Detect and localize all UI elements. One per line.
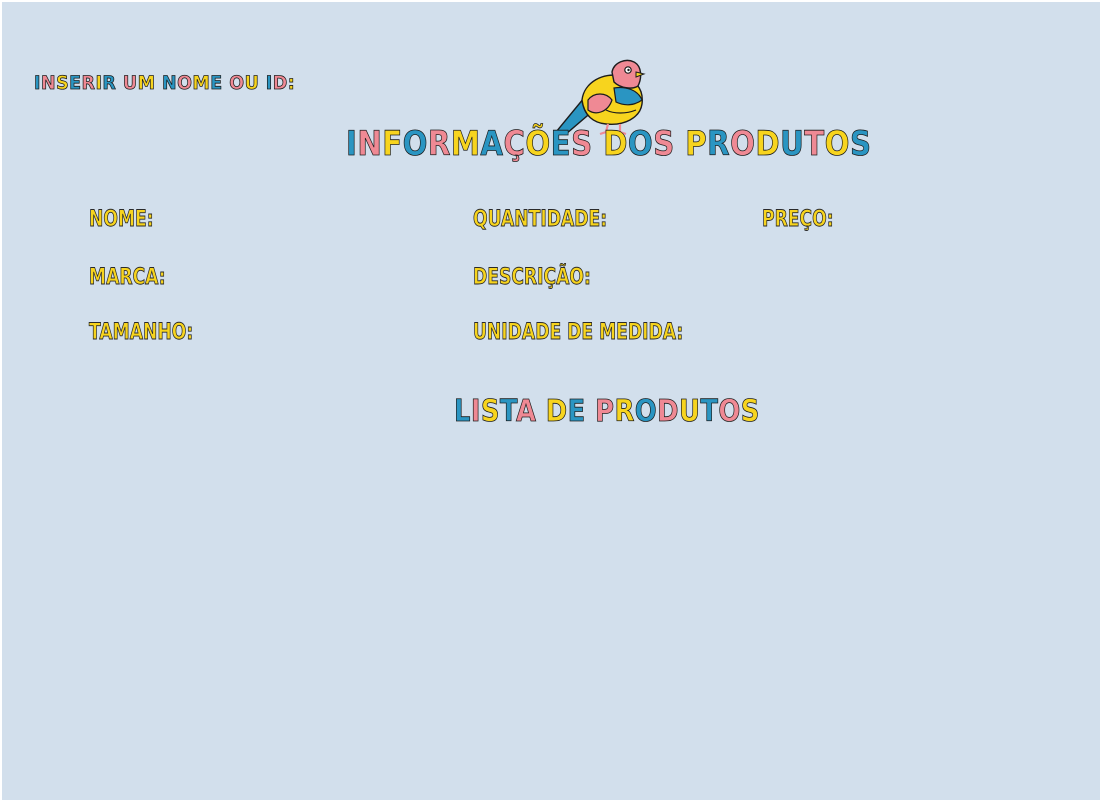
search-input[interactable] (264, 72, 518, 100)
nome-label: NOME: (89, 207, 154, 233)
app-window: INSERIR UM NOME OU ID: INFORMAÇÕES DOS P… (2, 2, 1100, 800)
page-title: INFORMAÇÕES DOS PRODUTOS (346, 124, 872, 165)
search-label: INSERIR UM NOME OU ID: (34, 72, 296, 95)
tamanho-label: TAMANHO: (89, 320, 194, 346)
product-list-title: LISTA DE PRODUTOS (454, 394, 760, 430)
product-list (62, 452, 1042, 772)
descricao-label: DESCRIÇÃO: (473, 265, 592, 291)
preco-label: PREÇO: (762, 207, 834, 233)
quantidade-label: QUANTIDADE: (473, 207, 608, 233)
marca-label: MARCA: (89, 265, 166, 291)
unidade-label: UNIDADE DE MEDIDA: (473, 320, 684, 346)
